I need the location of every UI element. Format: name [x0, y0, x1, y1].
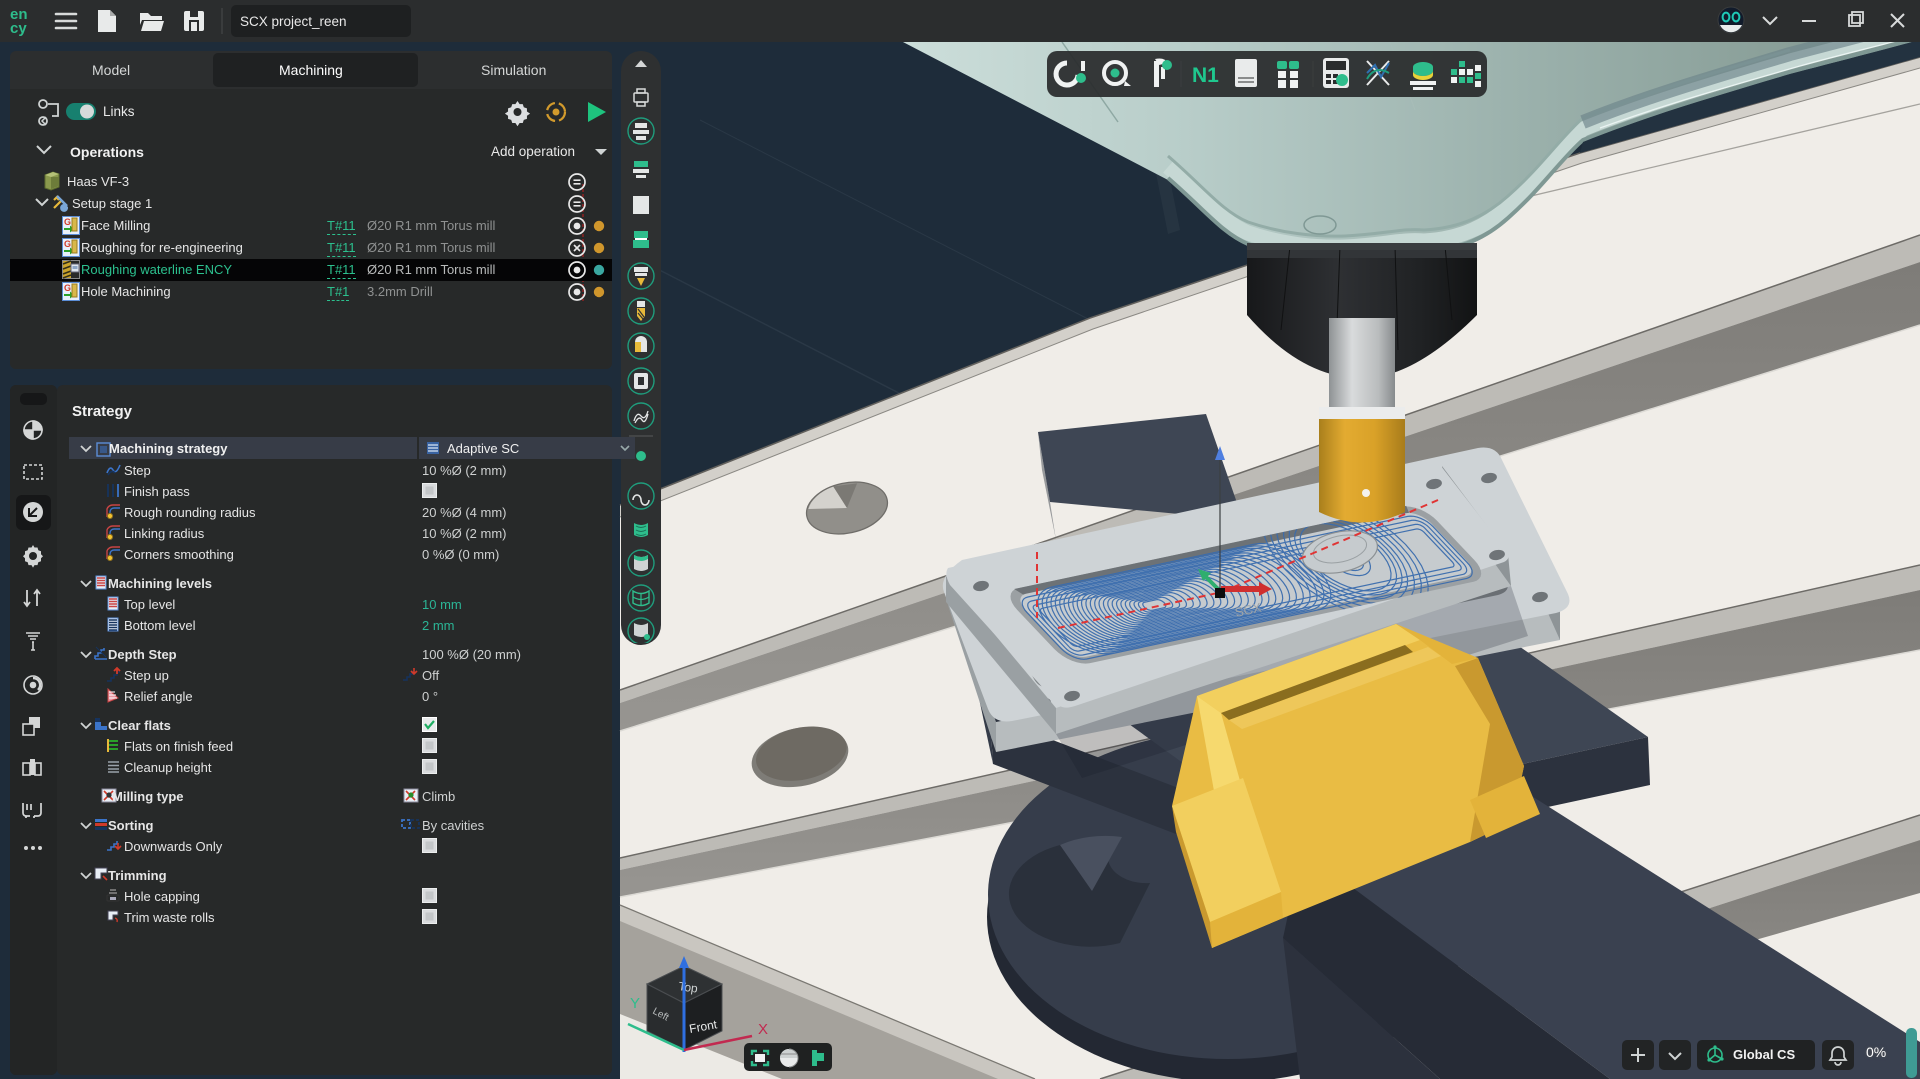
svg-text:G: G [64, 217, 71, 227]
svg-text:Add operation: Add operation [491, 144, 575, 159]
svg-text:G: G [64, 283, 71, 293]
svg-text:X: X [758, 1021, 768, 1038]
svg-text:Operations: Operations [70, 144, 144, 160]
svg-text:Top: Top [678, 979, 699, 996]
svg-text:Y: Y [630, 995, 640, 1012]
svg-text:N1: N1 [1192, 64, 1219, 87]
svg-text:G: G [64, 239, 71, 249]
svg-text:SCX project_reen: SCX project_reen [240, 14, 347, 29]
svg-text:cy: cy [10, 20, 27, 37]
svg-text:Links: Links [103, 104, 135, 119]
